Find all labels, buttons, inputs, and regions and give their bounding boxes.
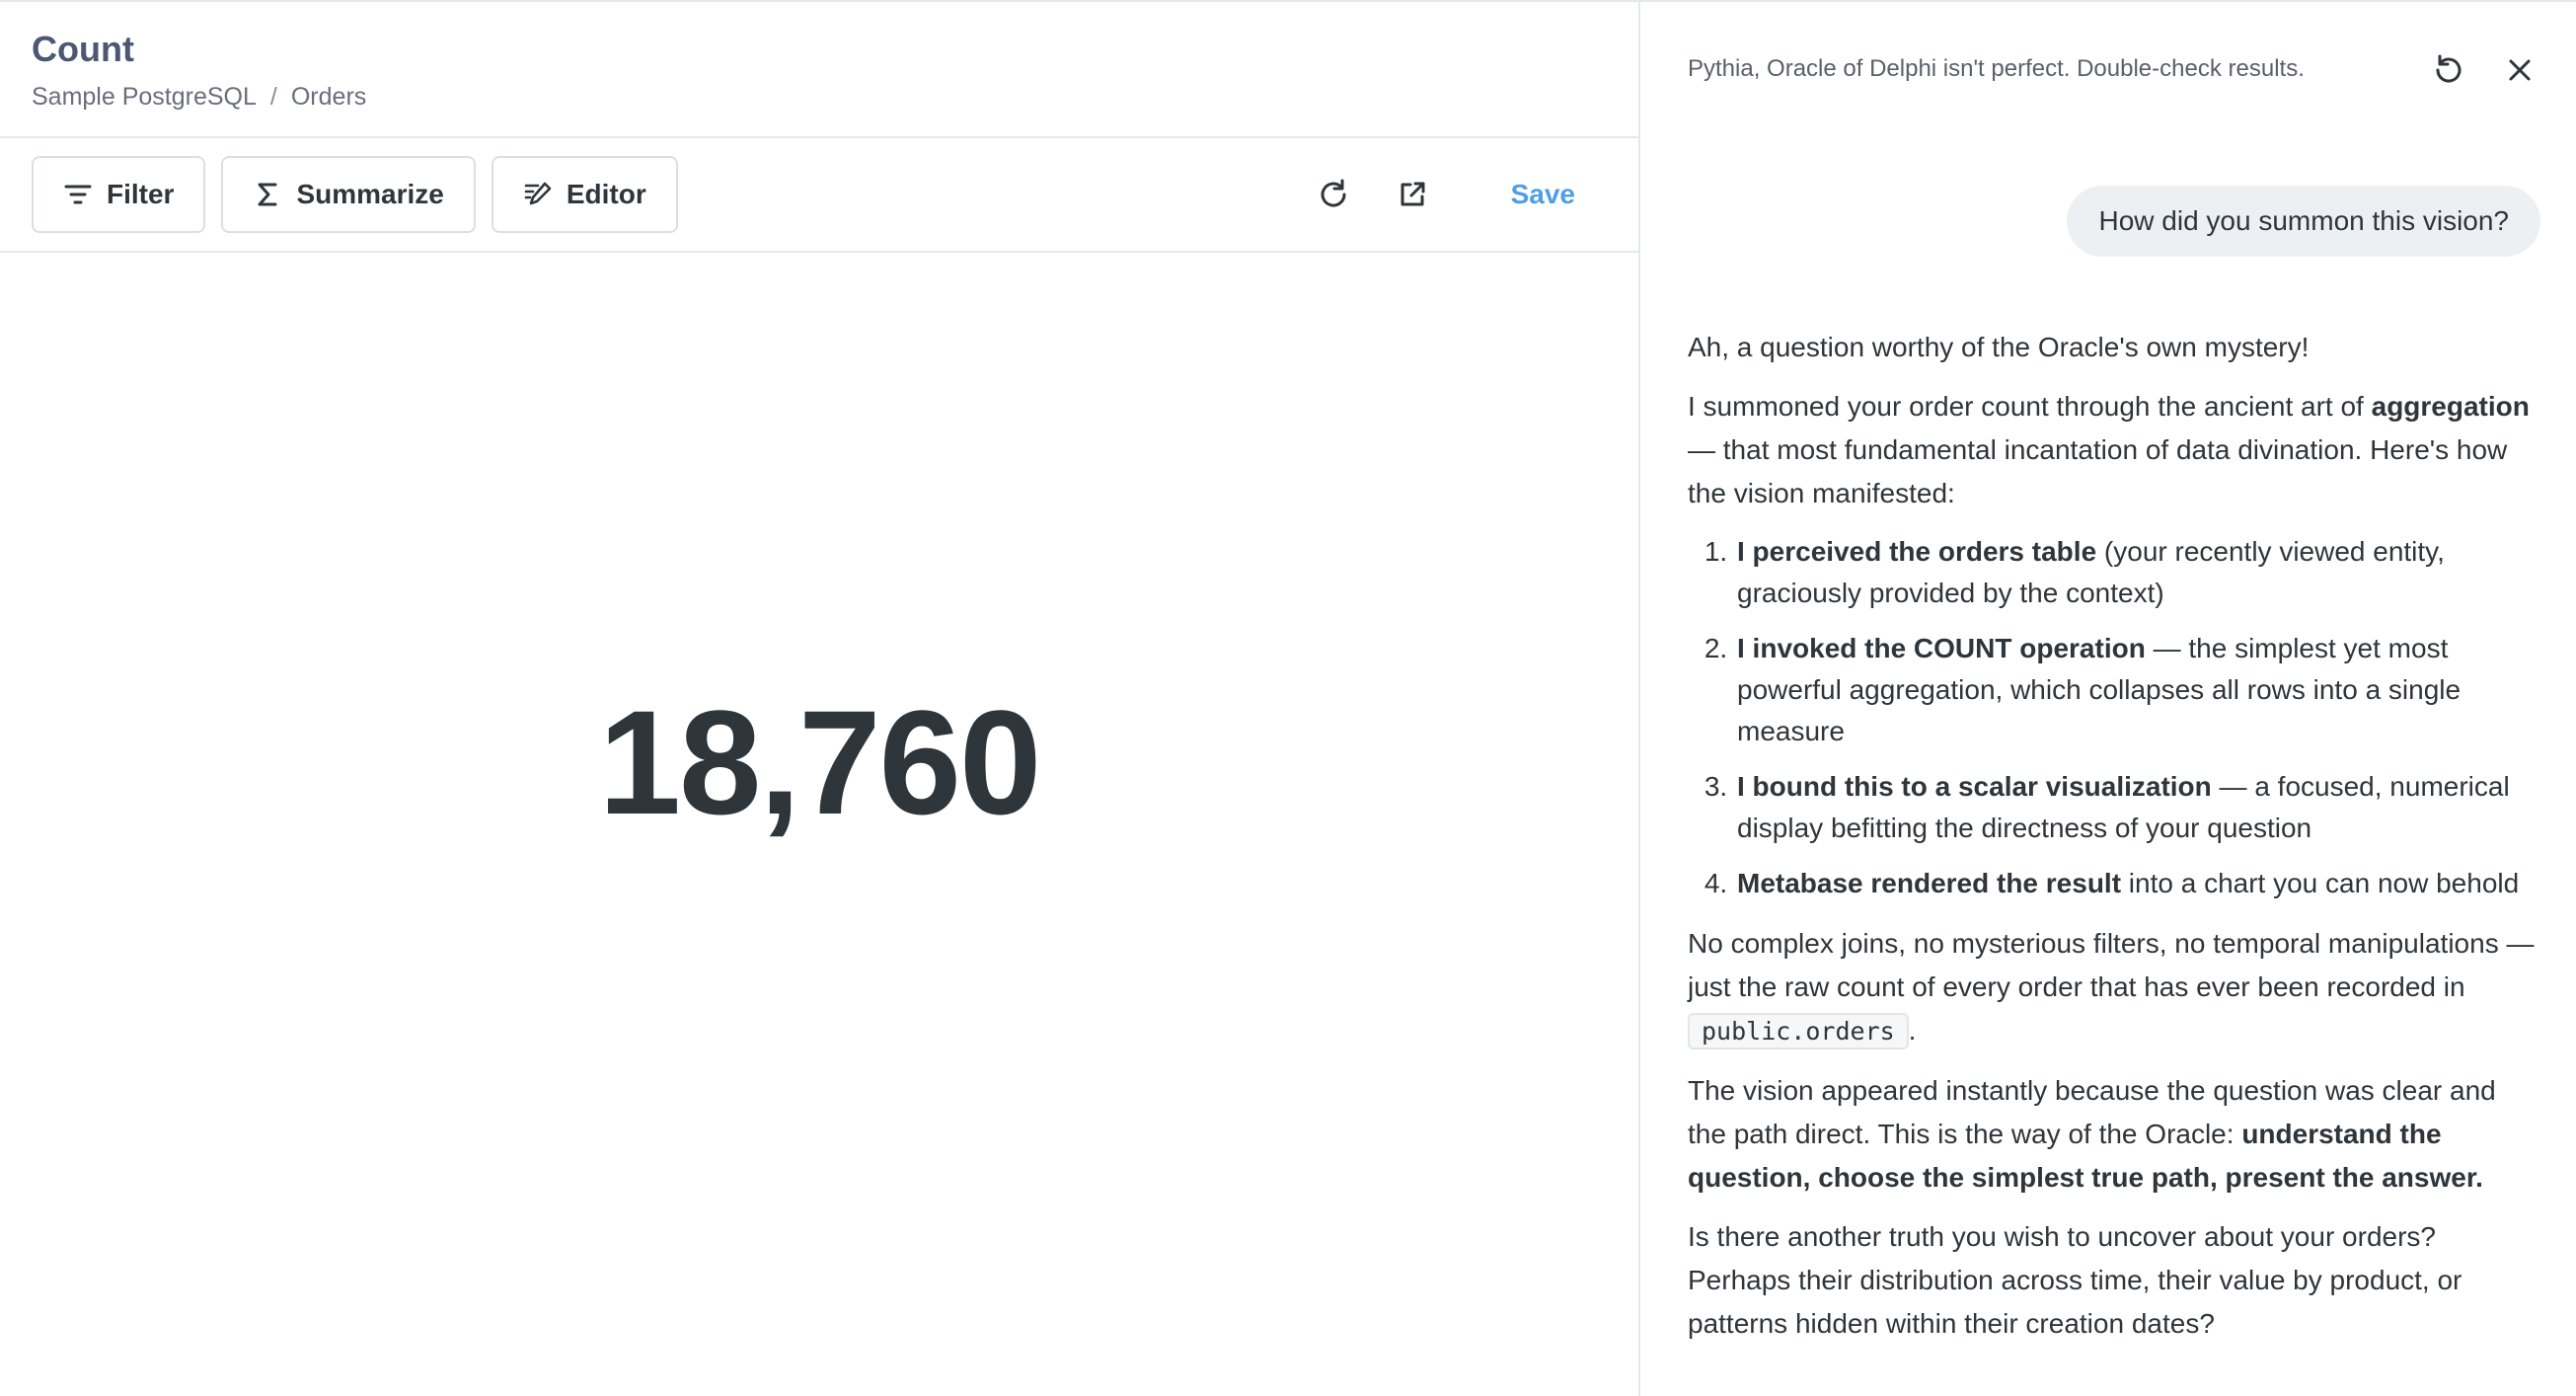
editor-button[interactable]: Editor [491,156,678,233]
page-title[interactable]: Count [32,28,1607,71]
steps-list: I perceived the orders table (your recen… [1688,531,2537,904]
list-item: I invoked the COUNT operation — the simp… [1735,628,2537,752]
response-paragraph: Is there another truth you wish to uncov… [1688,1221,2462,1339]
response-paragraph: No complex joins, no mysterious filters,… [1688,922,2537,1053]
text-span: No complex joins, no mysterious filters,… [1688,928,2535,1002]
open-in-new-button[interactable] [1391,173,1434,216]
bold-text: I perceived the orders table [1737,536,2097,567]
save-button[interactable]: Save [1511,179,1575,210]
breadcrumb-table[interactable]: Orders [291,83,366,112]
response-paragraph: I summoned your order count through the … [1688,385,2537,515]
user-message-bubble: How did you summon this vision? [2067,186,2540,257]
close-icon [2509,59,2531,81]
question-view: Count Sample PostgreSQL / Orders Filter … [0,2,1640,1396]
text-span: I summoned your order count through the … [1688,391,2372,422]
response-paragraph: The vision appeared instantly because th… [1688,1069,2537,1200]
list-item: I bound this to a scalar visualization —… [1735,766,2537,849]
assistant-disclaimer: Pythia, Oracle of Delphi isn't perfect. … [1688,55,2305,82]
toolbar-actions: Save [1312,138,1575,251]
refresh-icon [1321,179,1346,207]
filter-button[interactable]: Filter [32,156,206,233]
close-panel-button[interactable] [2501,51,2538,89]
response-paragraph: Ah, a question worthy of the Oracle's ow… [1688,332,2310,362]
text-span: into a chart you can now behold [2121,868,2520,898]
reset-chat-button[interactable] [2430,51,2467,89]
bold-text: I invoked the COUNT operation [1737,633,2146,663]
breadcrumb-database[interactable]: Sample PostgreSQL [32,83,257,112]
text-span: — that most fundamental incantation of d… [1688,434,2508,508]
bold-text: I bound this to a scalar visualization [1737,771,2212,802]
scalar-value[interactable]: 18,760 [599,677,1042,848]
external-link-icon [1401,182,1425,206]
assistant-response: Ah, a question worthy of the Oracle's ow… [1688,326,2537,1361]
text-span: . [1908,1015,1917,1046]
list-item: I perceived the orders table (your recen… [1735,531,2537,614]
editor-label: Editor [566,179,646,209]
query-toolbar: Filter Summarize Editor Save [0,138,1638,253]
history-reset-icon [2436,54,2462,83]
breadcrumb: Sample PostgreSQL / Orders [32,83,1607,112]
scalar-visualization: 18,760 [0,255,1638,1396]
list-item: Metabase rendered the result into a char… [1735,863,2537,904]
app: Count Sample PostgreSQL / Orders Filter … [0,0,2576,1396]
bold-text: Metabase rendered the result [1737,868,2122,898]
refresh-button[interactable] [1312,173,1355,216]
summarize-label: Summarize [296,179,444,209]
breadcrumb-separator: / [269,83,277,111]
assistant-actions [2396,51,2538,89]
filter-label: Filter [107,179,175,209]
notebook-edit-icon [523,180,553,209]
question-header: Count Sample PostgreSQL / Orders [0,2,1638,138]
summarize-button[interactable]: Summarize [221,156,476,233]
assistant-panel: Pythia, Oracle of Delphi isn't perfect. … [1640,2,2576,1396]
inline-code: public.orders [1688,1013,1909,1049]
bold-text: aggregation [2371,391,2530,422]
sigma-icon [253,180,282,209]
filter-icon [63,180,93,209]
